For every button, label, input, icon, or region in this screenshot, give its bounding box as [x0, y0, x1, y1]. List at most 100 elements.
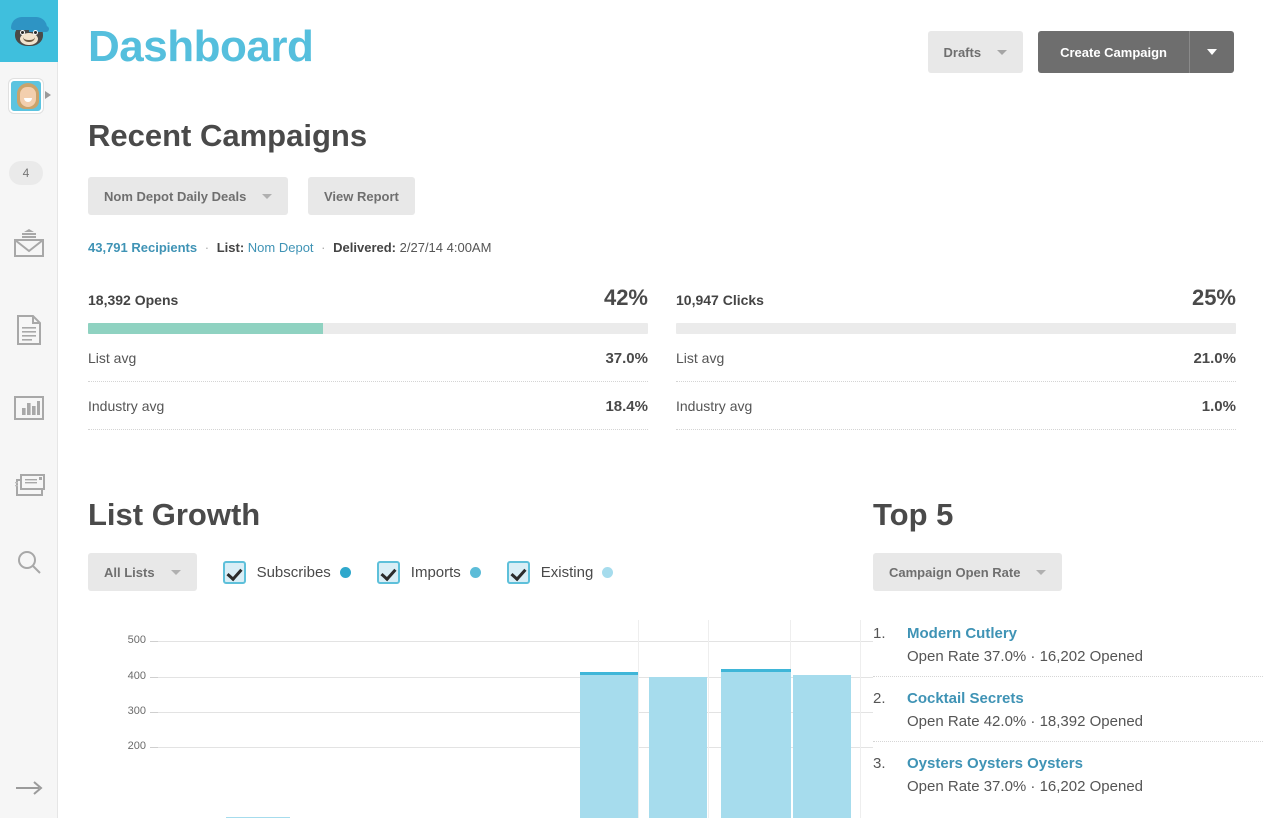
sidebar: 4 [0, 0, 58, 818]
opens-list-avg-label: List avg [88, 350, 136, 366]
legend-dot-existing [602, 567, 613, 578]
campaign-select[interactable]: Nom Depot Daily Deals [88, 177, 288, 215]
legend-toggle-subscribes[interactable]: Subscribes [223, 561, 351, 584]
chart-y-tick-label: 400 [88, 670, 146, 682]
sidebar-item-templates[interactable] [0, 462, 58, 506]
top5-list: 1.Modern CutleryOpen Rate 37.0% · 16,202… [873, 625, 1263, 818]
chart-column-separator [638, 620, 639, 818]
top5-metric-value: Campaign Open Rate [889, 565, 1020, 580]
top5-campaign-link[interactable]: Cocktail Secrets [907, 690, 1263, 707]
all-lists-select[interactable]: All Lists [88, 553, 197, 591]
delivered-label: Delivered: [333, 240, 396, 255]
legend-label-subscribes: Subscribes [257, 564, 331, 581]
arrow-right-icon [14, 779, 44, 802]
top5-metric-select[interactable]: Campaign Open Rate [873, 553, 1062, 591]
top5-rank: 3. [873, 755, 886, 772]
chevron-down-icon [1036, 570, 1046, 575]
sidebar-item-campaigns[interactable] [0, 222, 58, 266]
checkbox-subscribes[interactable] [223, 561, 246, 584]
chevron-down-icon [171, 570, 181, 575]
chart-bar[interactable] [721, 669, 791, 818]
chart-tick-dash [150, 641, 158, 642]
opens-list-avg-row: List avg 37.0% [88, 334, 648, 382]
campaign-meta: 43,791 Recipients · List: Nom Depot · De… [88, 240, 491, 255]
notification-badge[interactable]: 4 [9, 161, 43, 185]
chart-bar[interactable] [649, 677, 707, 818]
top5-campaign-link[interactable]: Oysters Oysters Oysters [907, 755, 1263, 772]
expand-sidebar-button[interactable] [0, 770, 58, 810]
opens-list-avg-value: 37.0% [605, 350, 648, 367]
opens-industry-avg-label: Industry avg [88, 398, 164, 414]
chart-y-tick-label: 300 [88, 705, 146, 717]
opens-stat-block: 18,392 Opens 42% List avg 37.0% Industry… [88, 285, 648, 430]
page-title: Dashboard [88, 22, 313, 72]
clicks-industry-avg-value: 1.0% [1202, 398, 1236, 415]
campaigns-envelope-icon [12, 229, 46, 259]
chart-bar[interactable] [580, 672, 638, 818]
clicks-list-avg-value: 21.0% [1193, 350, 1236, 367]
drafts-dropdown[interactable]: Drafts [928, 31, 1024, 73]
drafts-label: Drafts [944, 45, 982, 60]
legend-toggle-existing[interactable]: Existing [507, 561, 614, 584]
top5-campaign-detail: Open Rate 42.0% · 18,392 Opened [907, 713, 1263, 730]
chevron-right-icon[interactable] [45, 91, 51, 99]
sidebar-item-search[interactable] [0, 541, 58, 585]
clicks-label: 10,947 Clicks [676, 292, 764, 308]
clicks-list-avg-label: List avg [676, 350, 724, 366]
mailchimp-monkey-logo [9, 15, 49, 47]
view-report-button[interactable]: View Report [308, 177, 415, 215]
clicks-stat-block: 10,947 Clicks 25% List avg 21.0% Industr… [676, 285, 1236, 430]
recipients-link[interactable]: 43,791 Recipients [88, 240, 197, 255]
chevron-down-icon [262, 194, 272, 199]
opens-progress-fill [88, 323, 323, 334]
list-item: 3. Oysters Oysters Oysters Open Rate 37.0%… [873, 755, 1263, 806]
view-report-label: View Report [324, 189, 399, 204]
checkbox-existing[interactable] [507, 561, 530, 584]
chart-y-tick-label: 500 [88, 634, 146, 646]
opens-percent: 42% [604, 285, 648, 311]
list-link[interactable]: Nom Depot [248, 240, 314, 255]
chevron-down-icon [997, 50, 1007, 55]
clicks-header: 10,947 Clicks 25% [676, 285, 1236, 311]
chart-y-tick-label: 200 [88, 740, 146, 752]
chart-bar-segment-existing [793, 675, 851, 818]
meta-separator: · [317, 240, 329, 255]
top5-rank: 2. [873, 690, 886, 707]
search-magnifier-icon [15, 549, 43, 577]
all-lists-value: All Lists [104, 565, 155, 580]
list-growth-chart: 500 400 300 200 [88, 620, 873, 818]
campaign-select-value: Nom Depot Daily Deals [104, 189, 246, 204]
chart-bars [158, 620, 873, 818]
sidebar-item-lists[interactable] [0, 308, 58, 352]
chart-bar[interactable] [793, 675, 851, 818]
opens-industry-avg-value: 18.4% [605, 398, 648, 415]
mailchimp-logo-tile[interactable] [0, 0, 58, 62]
list-item: 2. Cocktail Secrets Open Rate 42.0% · 18,3… [873, 690, 1263, 742]
chart-bar-segment-existing [649, 677, 707, 818]
opens-label: 18,392 Opens [88, 292, 178, 308]
chart-bar-segment-subscribes [721, 669, 791, 672]
avatar[interactable] [9, 79, 43, 113]
templates-cards-icon [12, 470, 46, 498]
legend-label-imports: Imports [411, 564, 461, 581]
create-campaign-dropdown[interactable] [1190, 31, 1234, 73]
top5-campaign-link[interactable]: Modern Cutlery [907, 625, 1263, 642]
chart-tick-dash [150, 712, 158, 713]
top5-campaign-detail: Open Rate 37.0% · 16,202 Opened [907, 778, 1263, 795]
opens-progress-track [88, 323, 648, 334]
chart-bar-segment-subscribes [580, 672, 638, 676]
meta-separator: · [201, 240, 213, 255]
reports-bar-chart-icon [13, 394, 45, 422]
legend-toggle-imports[interactable]: Imports [377, 561, 481, 584]
list-growth-title: List Growth [88, 497, 260, 533]
create-campaign-label: Create Campaign [1060, 45, 1167, 60]
top5-title: Top 5 [873, 497, 953, 533]
checkbox-imports[interactable] [377, 561, 400, 584]
delivered-value: 2/27/14 4:00AM [400, 240, 492, 255]
account-switcher[interactable] [0, 78, 58, 120]
create-campaign-button[interactable]: Create Campaign [1038, 31, 1190, 73]
chart-tick-dash [150, 677, 158, 678]
chart-bar-segment-existing [721, 669, 791, 818]
sidebar-item-reports[interactable] [0, 386, 58, 430]
legend-dot-imports [470, 567, 481, 578]
